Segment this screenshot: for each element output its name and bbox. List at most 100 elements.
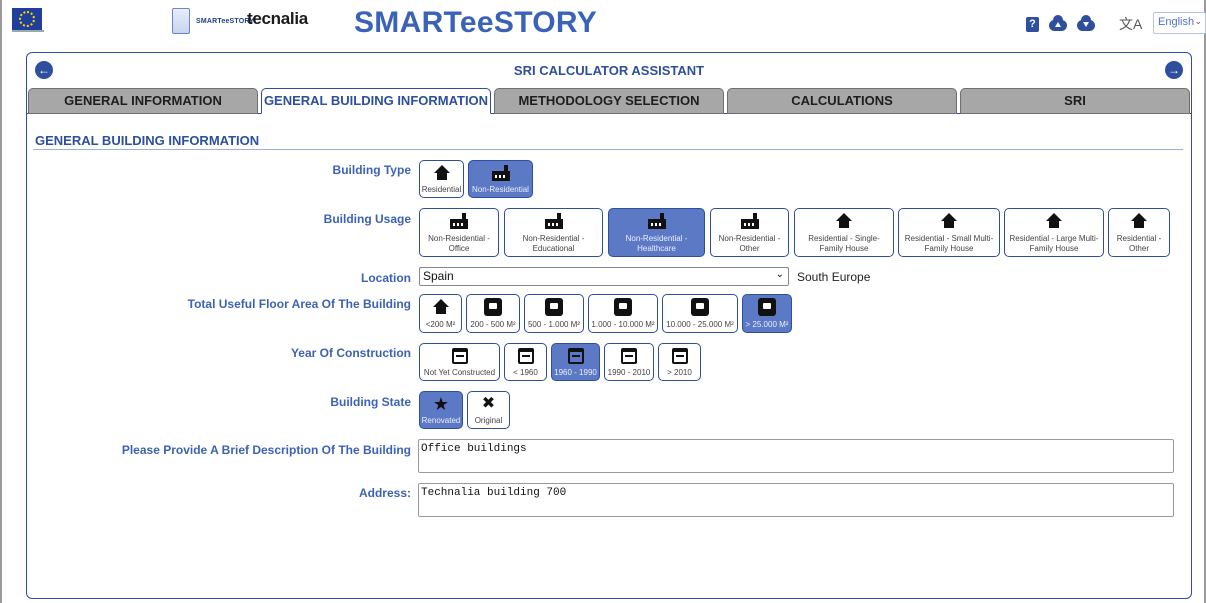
calendar-icon <box>567 348 584 364</box>
tab-calculations[interactable]: CALCULATIONS <box>727 88 957 114</box>
smarteestory-small-logo: SMARTeeSTORY <box>196 17 255 25</box>
floor-area-10000-25000[interactable]: 10.000 - 25.000 M² <box>662 294 738 333</box>
factory-icon <box>647 213 666 229</box>
year-1960-1990[interactable]: 1960 - 1990 <box>551 343 600 381</box>
building-type-residential[interactable]: Residential <box>419 160 464 198</box>
year-of-construction-label: Year Of Construction <box>290 346 411 360</box>
calendar-icon <box>451 348 468 364</box>
option-label: > 2010 <box>667 368 692 377</box>
factory-icon <box>450 213 468 229</box>
chevron-down-icon: ⌄ <box>1194 16 1202 26</box>
tab-sri[interactable]: SRI <box>960 88 1190 114</box>
usage-option-large-multi-family[interactable]: Residential - Large Multi- Family House <box>1004 208 1104 257</box>
smarteestory-box-icon <box>172 8 190 34</box>
year-after-2010[interactable]: > 2010 <box>658 343 701 381</box>
usage-option-small-multi-family[interactable]: Residential - Small Multi- Family House <box>898 208 1000 257</box>
location-label: Location <box>361 271 411 285</box>
language-select[interactable]: English ⌄ <box>1153 12 1206 34</box>
app-window: SMARTeeSTORY tecnalia SMARTeeSTORY ? 文A … <box>0 0 1206 603</box>
tab-methodology-selection[interactable]: METHODOLOGY SELECTION <box>494 88 724 114</box>
section-divider <box>33 149 1183 150</box>
floor-area-over-25000[interactable]: > 25.000 M² <box>742 294 792 333</box>
factory-icon <box>740 213 759 229</box>
building-state-label: Building State <box>330 395 411 409</box>
usage-option-single-family[interactable]: Residential - Single- Family House <box>794 208 894 257</box>
option-label: Residential - Single- Family House <box>808 234 880 253</box>
eu-flag-logo <box>12 8 42 30</box>
usage-option-residential-other[interactable]: Residential - Other <box>1108 208 1170 257</box>
chevron-down-icon: ⌄ <box>775 269 784 280</box>
floor-area-500-1000[interactable]: 500 - 1.000 M² <box>524 294 584 333</box>
tecnalia-logo: tecnalia <box>247 9 308 28</box>
building-type-non-residential[interactable]: Non-Residential <box>468 160 533 198</box>
address-textarea[interactable]: Technalia building 700 <box>418 483 1174 517</box>
house-icon <box>1046 213 1062 229</box>
star-icon: ★ <box>432 394 450 414</box>
calendar-icon <box>517 348 534 364</box>
option-label: Renovated <box>421 416 461 425</box>
factory-icon <box>544 213 563 229</box>
small-house-icon <box>432 299 449 315</box>
building-icon <box>484 298 502 316</box>
address-label: Address: <box>358 486 411 500</box>
usage-option-educational[interactable]: Non-Residential - Educational <box>504 208 603 257</box>
option-label: 1.000 - 10.000 M² <box>591 320 655 329</box>
tab-general-information[interactable]: GENERAL INFORMATION <box>28 88 258 114</box>
partner-logos: SMARTeeSTORY <box>172 6 254 36</box>
eu-logo-caption <box>12 30 44 36</box>
car-icon <box>545 298 563 316</box>
building-state-renovated[interactable]: ★ Renovated <box>419 391 463 429</box>
next-step-button[interactable]: → <box>1165 61 1183 79</box>
section-title: GENERAL BUILDING INFORMATION <box>35 133 260 148</box>
location-select[interactable]: Spain ⌄ <box>419 267 789 286</box>
factory-icon <box>491 165 510 181</box>
usage-option-office[interactable]: Non-Residential - Office <box>419 208 499 257</box>
usage-option-healthcare[interactable]: Non-Residential - Healthcare <box>608 208 705 257</box>
location-region: South Europe <box>797 270 871 284</box>
floor-area-under-200[interactable]: <200 M² <box>419 294 462 333</box>
option-label: Residential <box>421 185 462 194</box>
floor-area-1000-10000[interactable]: 1.000 - 10.000 M² <box>588 294 658 333</box>
building-type-label: Building Type <box>332 163 411 177</box>
help-icon[interactable]: ? <box>1026 16 1039 32</box>
description-textarea[interactable]: Office buildings <box>418 439 1174 473</box>
house-icon <box>941 213 957 229</box>
calendar-icon <box>671 348 688 364</box>
tab-bar: GENERAL INFORMATION GENERAL BUILDING INF… <box>27 88 1191 114</box>
usage-option-other-non-residential[interactable]: Non-Residential - Other <box>710 208 789 257</box>
cloud-upload-icon[interactable] <box>1049 15 1067 31</box>
app-title: SMARTeeSTORY <box>354 6 598 39</box>
year-1990-2010[interactable]: 1990 - 2010 <box>604 343 654 381</box>
house-icon <box>1131 213 1147 229</box>
location-value: Spain <box>423 269 454 283</box>
option-label: Non-Residential - Educational <box>522 234 585 253</box>
tab-general-building-information[interactable]: GENERAL BUILDING INFORMATION <box>261 88 491 114</box>
year-not-yet-constructed[interactable]: Not Yet Constructed <box>419 343 500 381</box>
option-label: 10.000 - 25.000 M² <box>666 320 734 329</box>
restaurant-icon <box>758 298 776 316</box>
option-label: Residential - Large Multi- Family House <box>1009 234 1099 253</box>
restaurant-icon <box>614 298 632 316</box>
house-icon <box>433 165 450 181</box>
translate-icon: 文A <box>1119 16 1143 32</box>
option-label: Residential - Small Multi- Family House <box>904 234 994 253</box>
floor-area-200-500[interactable]: 200 - 500 M² <box>466 294 520 333</box>
option-label: Non-Residential <box>472 185 529 194</box>
top-header: SMARTeeSTORY tecnalia SMARTeeSTORY ? 文A … <box>2 0 1206 46</box>
floor-area-label: Total Useful Floor Area Of The Building <box>187 297 411 311</box>
building-state-original[interactable]: ✖ Original <box>467 391 510 429</box>
option-label: Residential - Other <box>1116 234 1162 253</box>
header-toolbar: ? 文A <box>1026 14 1142 34</box>
calendar-icon <box>621 348 637 364</box>
option-label: Non-Residential - Office <box>428 234 490 253</box>
option-label: 1990 - 2010 <box>607 368 651 377</box>
option-label: 500 - 1.000 M² <box>527 320 581 329</box>
calculator-panel: ← SRI CALCULATOR ASSISTANT → GENERAL INF… <box>26 52 1192 599</box>
option-label: Non-Residential - Other <box>718 234 781 253</box>
year-before-1960[interactable]: < 1960 <box>504 343 547 381</box>
option-label: <200 M² <box>425 320 456 329</box>
house-icon <box>836 213 852 229</box>
building-usage-label: Building Usage <box>323 212 411 226</box>
bandage-icon: ✖ <box>481 395 496 412</box>
cloud-download-icon[interactable] <box>1077 15 1095 31</box>
